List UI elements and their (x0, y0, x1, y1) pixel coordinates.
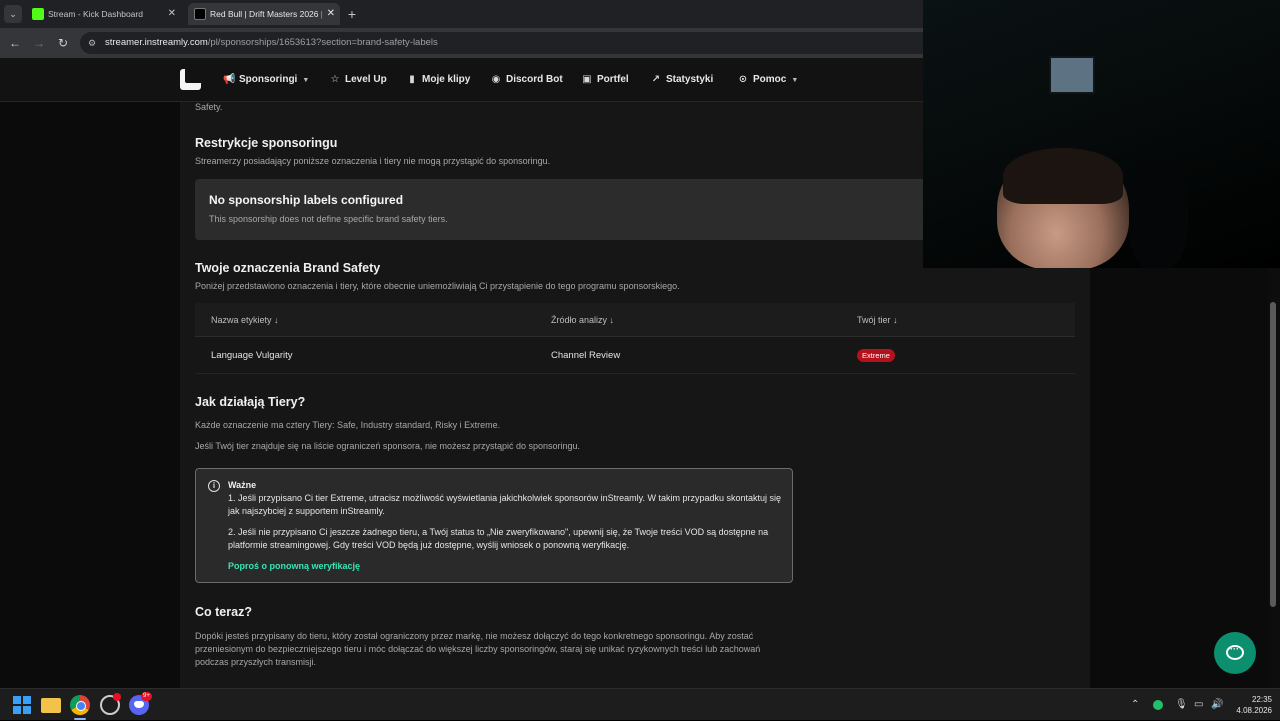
nav-label: Statystyki (666, 74, 714, 85)
chart-icon: ↗ (651, 74, 661, 85)
tab-title: Red Bull | Drift Masters 2026 | i (210, 9, 322, 19)
nav-label: Pomoc (753, 74, 787, 85)
network-icon[interactable]: ▭ (1194, 689, 1203, 721)
chevron-down-icon: ▼ (791, 77, 799, 84)
nav-portfel[interactable]: ▣ Portfel (581, 58, 629, 102)
tier-badge: Extreme (857, 349, 895, 362)
nav-sponsoringi[interactable]: 📢 Sponsoringi ▼ (223, 58, 309, 102)
tiers-paragraph-1: Każde oznaczenie ma cztery Tiery: Safe, … (195, 420, 501, 430)
tab-search-icon[interactable]: ⌄ (4, 5, 22, 23)
windows-start-icon[interactable] (12, 695, 32, 715)
kick-favicon-icon (32, 8, 44, 20)
recording-indicator-icon (113, 693, 121, 701)
nav-level-up[interactable]: ☆ Level Up (329, 58, 387, 102)
webcam-overlay (923, 0, 1280, 268)
tab-kick-dashboard[interactable]: Stream - Kick Dashboard ✕ (26, 3, 181, 25)
notice-paragraph-2: 2. Jeśli nie przypisano Ci jeszcze żadne… (228, 527, 769, 550)
notice-title: Ważne (228, 480, 257, 490)
clock-time: 22:35 (1251, 695, 1272, 704)
nav-discord-bot[interactable]: ◉ Discord Bot (490, 58, 563, 102)
url-host: streamer.instreamly.com (105, 37, 208, 48)
nav-label: Portfel (597, 74, 629, 85)
brand-safety-heading: Twoje oznaczenia Brand Safety (195, 261, 381, 275)
status-app-icon[interactable] (1153, 700, 1163, 710)
forward-icon[interactable]: → (31, 35, 47, 51)
nav-label: Sponsoringi (239, 74, 298, 85)
notice-paragraph-1: 1. Jeśli przypisano Ci tier Extreme, utr… (228, 493, 782, 516)
discord-notification-badge: 9+ (141, 692, 152, 701)
webcam-person-hair (1003, 148, 1123, 204)
system-clock[interactable]: 22:35 4.08.2026 (1228, 694, 1272, 716)
browser-tab-strip: ⌄ Stream - Kick Dashboard ✕ Red Bull | D… (0, 0, 923, 28)
clock-date: 4.08.2026 (1236, 706, 1272, 715)
webcam-headphone-shadow (1128, 160, 1188, 268)
tiers-paragraph-2: Jeśli Twój tier znajduje się na liście o… (195, 441, 581, 451)
cell-source: Channel Review (551, 350, 621, 361)
windows-taskbar: 9+ ⌃ 🎙 ▭ 🔊 22:35 4.08.2026 (0, 688, 1280, 720)
restrictions-heading: Restrykcje sponsoringu (195, 136, 338, 150)
help-icon: ⊙ (738, 74, 748, 85)
back-icon[interactable]: ← (7, 35, 23, 51)
tab-red-bull[interactable]: Red Bull | Drift Masters 2026 | i ✕ (188, 3, 340, 25)
volume-icon[interactable]: 🔊 (1211, 689, 1223, 721)
clip-icon: ▮ (409, 74, 415, 85)
column-header-tier[interactable]: Twój tier ↓ (857, 303, 898, 337)
chrome-icon[interactable] (70, 695, 90, 715)
reload-icon[interactable]: ↻ (55, 35, 71, 51)
cut-off-text: Safety. (195, 102, 223, 112)
webcam-background-monitor (1049, 56, 1095, 94)
chevron-down-icon: ▼ (302, 77, 310, 84)
brand-safety-table: Nazwa etykiety ↓ Źródło analizy ↓ Twój t… (195, 303, 1075, 376)
site-info-icon[interactable]: ⚙ (88, 37, 100, 49)
tray-overflow-icon[interactable]: ⌃ (1131, 689, 1139, 721)
instreamly-logo[interactable] (180, 69, 201, 90)
important-notice: i Ważne 1. Jeśli przypisano Ci tier Extr… (195, 468, 793, 583)
instreamly-favicon-icon (194, 8, 206, 20)
url-text: streamer.instreamly.com/pl/sponsorships/… (105, 32, 438, 54)
table-header: Nazwa etykiety ↓ Źródło analizy ↓ Twój t… (195, 303, 1075, 337)
file-explorer-icon[interactable] (41, 698, 61, 713)
address-bar[interactable]: ⚙ streamer.instreamly.com/pl/sponsorship… (80, 32, 923, 54)
no-labels-description: This sponsorship does not define specifi… (209, 214, 448, 224)
info-icon: i (208, 480, 220, 492)
brand-safety-description: Poniżej przedstawiono oznaczenia i tiery… (195, 281, 680, 291)
cell-label-name: Language Vulgarity (211, 350, 293, 361)
request-reverification-link[interactable]: Poproś o ponowną weryfikację (228, 561, 360, 571)
nav-pomoc[interactable]: ⊙ Pomoc ▼ (737, 58, 798, 102)
nav-moje-klipy[interactable]: ▮ Moje klipy (406, 58, 470, 102)
new-tab-button[interactable]: + (344, 6, 360, 22)
nav-label: Moje klipy (422, 74, 471, 85)
column-header-source[interactable]: Źródło analizy ↓ (551, 303, 614, 337)
next-steps-description: Dopóki jesteś przypisany do tieru, który… (195, 631, 761, 667)
browser-toolbar: ← → ↻ ⚙ streamer.instreamly.com/pl/spons… (0, 28, 923, 58)
star-icon: ☆ (330, 74, 340, 85)
table-row: Language Vulgarity Channel Review Extrem… (195, 338, 1075, 374)
close-tab-icon[interactable]: ✕ (168, 3, 176, 25)
microphone-icon[interactable]: 🎙 (1175, 689, 1188, 721)
restrictions-description: Streamerzy posiadający poniższe oznaczen… (195, 156, 551, 166)
scrollbar-thumb[interactable] (1270, 302, 1276, 607)
megaphone-icon: 📢 (223, 74, 236, 85)
no-labels-title: No sponsorship labels configured (209, 193, 404, 207)
nav-label: Level Up (345, 74, 387, 85)
discord-icon: ◉ (491, 74, 501, 85)
wallet-icon: ▣ (582, 74, 592, 85)
nav-statystyki[interactable]: ↗ Statystyki (650, 58, 713, 102)
close-tab-icon[interactable]: ✕ (327, 3, 335, 25)
tab-title: Stream - Kick Dashboard (48, 9, 143, 19)
no-labels-card: No sponsorship labels configured This sp… (195, 179, 955, 240)
chat-support-button[interactable] (1214, 632, 1256, 674)
column-header-label-name[interactable]: Nazwa etykiety ↓ (211, 303, 279, 337)
chat-bubble-icon (1226, 644, 1244, 660)
tiers-heading: Jak działają Tiery? (195, 395, 306, 409)
url-path: /pl/sponsorships/1653613?section=brand-s… (207, 37, 438, 48)
next-steps-heading: Co teraz? (195, 605, 252, 619)
nav-label: Discord Bot (506, 74, 563, 85)
